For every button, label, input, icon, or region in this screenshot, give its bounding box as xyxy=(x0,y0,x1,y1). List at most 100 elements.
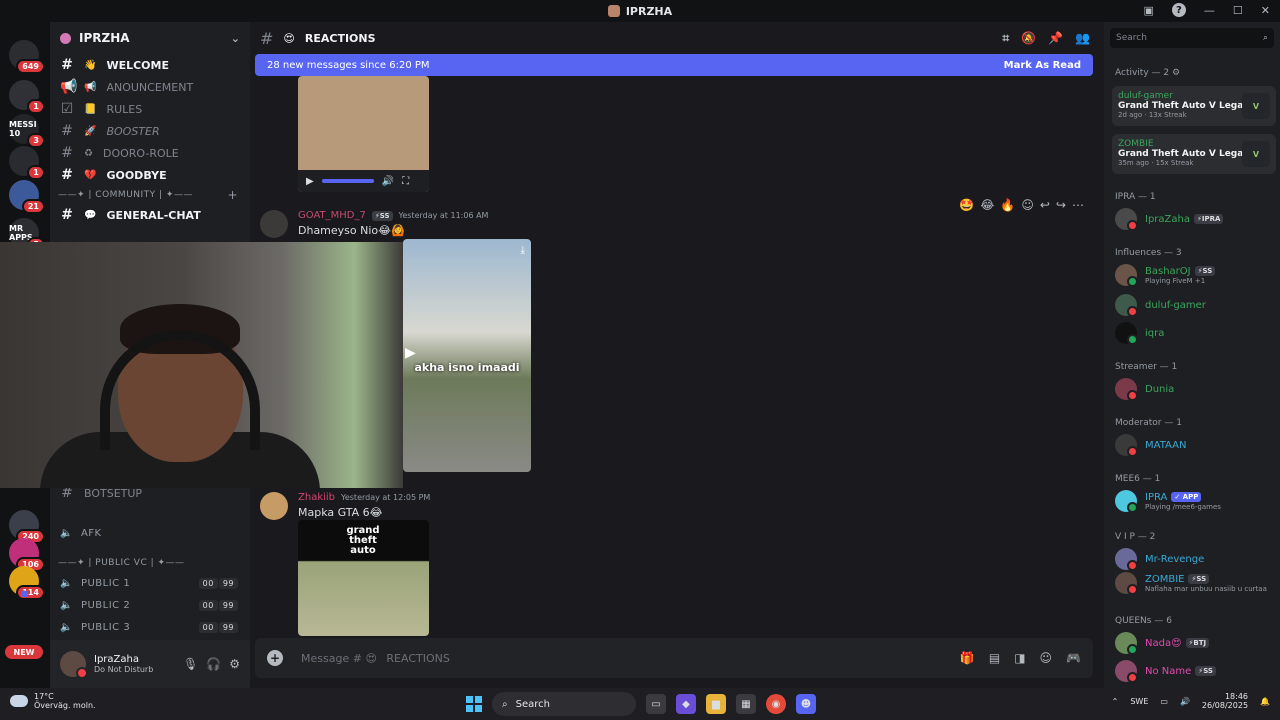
server-icon[interactable]: 21 xyxy=(9,180,45,214)
video-progress-bar[interactable] xyxy=(321,179,374,183)
volume-icon[interactable]: 🔊 xyxy=(382,176,394,187)
network-icon[interactable]: ▭ xyxy=(1160,697,1168,706)
forward-icon[interactable]: ↪ xyxy=(1056,198,1066,212)
member-item[interactable]: ZOMBIE ⚡SS Naflaha mar unbuu nasiib u curt… xyxy=(1115,572,1267,595)
gear-icon[interactable]: ⚙ xyxy=(1172,68,1180,78)
new-messages-bar[interactable]: 28 new messages since 6:20 PM Mark As Re… xyxy=(255,54,1093,76)
voice-channel-afk[interactable]: 🔈 AFK xyxy=(50,522,250,544)
new-unreads-pill[interactable]: NEW xyxy=(5,645,43,659)
server-icon[interactable]: 240 xyxy=(9,510,45,544)
member-item[interactable]: BasharOJ ⚡SS Playing FiveM +1 xyxy=(1115,264,1216,287)
clock[interactable]: 18:46 26/08/2025 xyxy=(1202,692,1248,710)
server-icon[interactable]: MESSI 10 3 xyxy=(9,114,45,148)
channel-item[interactable]: # 💔 GOODBYE xyxy=(50,164,250,186)
server-header[interactable]: IPRZHA ⌄ xyxy=(50,22,250,54)
channel-item[interactable]: # ♻ DOORO-ROLE xyxy=(50,142,250,164)
close-button[interactable]: ✕ xyxy=(1261,4,1270,17)
folder-icon[interactable]: ■ xyxy=(9,578,39,608)
video-attachment[interactable]: akha isno imaadi ▶ ⤓ xyxy=(403,239,531,472)
search-icon: ⌕ xyxy=(1262,33,1268,43)
copilot-icon[interactable]: ◆ xyxy=(676,694,696,714)
pin-icon[interactable]: 📌 xyxy=(1048,31,1063,46)
fullscreen-icon[interactable]: ⛶ xyxy=(402,176,409,187)
voice-channel[interactable]: 🔈 PUBLIC 2 00 99 xyxy=(50,594,250,616)
channel-item[interactable]: 📢 📢 ANOUNCEMENT xyxy=(50,76,250,98)
more-icon[interactable]: ⋯ xyxy=(1072,198,1084,212)
microphone-icon[interactable]: 🎙 xyxy=(183,657,198,671)
chrome-icon[interactable]: ◉ xyxy=(766,694,786,714)
image-attachment[interactable]: grand theft auto xyxy=(298,520,429,636)
gear-icon[interactable]: ⚙ xyxy=(229,657,240,671)
chevron-down-icon[interactable]: ⌄ xyxy=(231,32,240,45)
member-item[interactable]: duluf-gamer xyxy=(1115,294,1206,317)
category-public-vc[interactable]: ——✦ | PUBLIC VC | ✦—— xyxy=(50,554,250,572)
taskbar-search[interactable]: ⌕ Search xyxy=(492,692,636,716)
member-item[interactable]: Dunia xyxy=(1115,378,1174,401)
emoji-icon[interactable]: ☺ xyxy=(1040,651,1053,665)
task-view-icon[interactable]: ▭ xyxy=(646,694,666,714)
member-item[interactable]: Nada😍 ⚡BTJ xyxy=(1115,632,1210,655)
member-list-icon[interactable]: 👥 xyxy=(1075,31,1090,46)
sticker-icon[interactable]: ◨ xyxy=(1014,651,1025,665)
member-item[interactable]: No Name ⚡SS xyxy=(1115,660,1216,683)
category-community[interactable]: ——✦ | COMMUNITY | ✦—— + xyxy=(50,186,250,204)
channel-item[interactable]: # 🚀 BOOSTER xyxy=(50,120,250,142)
threads-icon[interactable]: ⌗ xyxy=(1002,31,1009,46)
weather-widget[interactable]: 17°C Överväg. moln. xyxy=(10,692,96,710)
member-item[interactable]: IpraZaha ⚡IPRA xyxy=(1115,208,1224,231)
mark-as-read-button[interactable]: Mark As Read xyxy=(1004,60,1081,71)
search-input[interactable]: Search ⌕ xyxy=(1110,28,1274,48)
add-channel-icon[interactable]: + xyxy=(227,188,238,202)
activities-icon[interactable]: 🎮 xyxy=(1066,651,1081,665)
channel-item[interactable]: # 👋 WELCOME xyxy=(50,54,250,76)
server-icon[interactable]: 1 xyxy=(9,146,45,180)
voice-channel[interactable]: 🔈 PUBLIC 3 00 99 xyxy=(50,616,250,638)
language-indicator[interactable]: SWE xyxy=(1130,697,1148,706)
volume-icon[interactable]: 🔊 xyxy=(1180,697,1190,706)
reaction-emoji-icon[interactable]: 😂 xyxy=(980,198,994,212)
server-icon[interactable]: 1 xyxy=(9,80,45,114)
download-icon[interactable]: ⤓ xyxy=(521,245,525,256)
member-item[interactable]: IPRA ✓ APP Playing /mee6-games xyxy=(1115,490,1221,513)
notifications-icon[interactable]: 🔕 xyxy=(1021,31,1036,46)
member-item[interactable]: Mr-Revenge xyxy=(1115,548,1204,571)
message-input[interactable]: Message # 😍 REACTIONS xyxy=(301,652,450,665)
reaction-emoji-icon[interactable]: 🔥 xyxy=(1000,198,1015,212)
server-icon[interactable]: 106 xyxy=(9,538,45,572)
minimize-button[interactable]: — xyxy=(1204,4,1215,17)
play-icon[interactable]: ▶ xyxy=(306,176,314,187)
help-icon[interactable]: ? xyxy=(1171,3,1186,17)
add-reaction-icon[interactable]: ☺ xyxy=(1021,198,1034,212)
headphones-icon[interactable]: 🎧 xyxy=(206,657,221,671)
inbox-icon[interactable]: ▣ xyxy=(1144,4,1154,17)
member-item[interactable]: iqra xyxy=(1115,322,1164,345)
store-icon[interactable]: ▦ xyxy=(736,694,756,714)
maximize-button[interactable]: ☐ xyxy=(1233,4,1243,17)
server-icon[interactable]: 649 xyxy=(9,40,45,74)
avatar[interactable] xyxy=(60,651,88,679)
notification-icon[interactable]: 🔔 xyxy=(1260,697,1270,706)
voice-channel[interactable]: 🔈 PUBLIC 1 00 99 xyxy=(50,572,250,594)
discord-icon[interactable]: ☻ xyxy=(796,694,816,714)
activity-card[interactable]: ZOMBIE Grand Theft Auto V Legacy 35m ago ·… xyxy=(1112,134,1276,174)
user-info[interactable]: IpraZaha Do Not Disturb xyxy=(94,654,153,674)
message-author[interactable]: GOAT_MHD_7 xyxy=(298,210,366,221)
avatar[interactable] xyxy=(260,492,288,520)
tray-chevron-icon[interactable]: ⌃ xyxy=(1112,697,1119,706)
reply-icon[interactable]: ↩ xyxy=(1040,198,1050,212)
play-icon[interactable]: ▶ xyxy=(405,345,416,361)
add-attachment-icon[interactable]: + xyxy=(267,650,283,666)
member-item[interactable]: MATAAN xyxy=(1115,434,1186,457)
windows-start-icon[interactable] xyxy=(466,696,482,712)
message-composer[interactable]: + Message # 😍 REACTIONS 🎁 ▤ ◨ ☺ 🎮 xyxy=(255,638,1093,678)
channel-item[interactable]: ☑ 📒 RULES xyxy=(50,98,250,120)
gif-icon[interactable]: ▤ xyxy=(989,651,1000,665)
gift-icon[interactable]: 🎁 xyxy=(960,651,975,665)
activity-card[interactable]: duluf-gamer Grand Theft Auto V Legacy 2d a… xyxy=(1112,86,1276,126)
reaction-emoji-icon[interactable]: 🤩 xyxy=(959,198,974,212)
avatar[interactable] xyxy=(260,210,288,238)
video-attachment[interactable]: ▶ 🔊 ⛶ xyxy=(298,76,429,192)
channel-general-chat[interactable]: # 💬 GENERAL-CHAT xyxy=(50,204,250,226)
file-explorer-icon[interactable]: ▆ xyxy=(706,694,726,714)
message-author[interactable]: Zhakiib xyxy=(298,492,335,503)
